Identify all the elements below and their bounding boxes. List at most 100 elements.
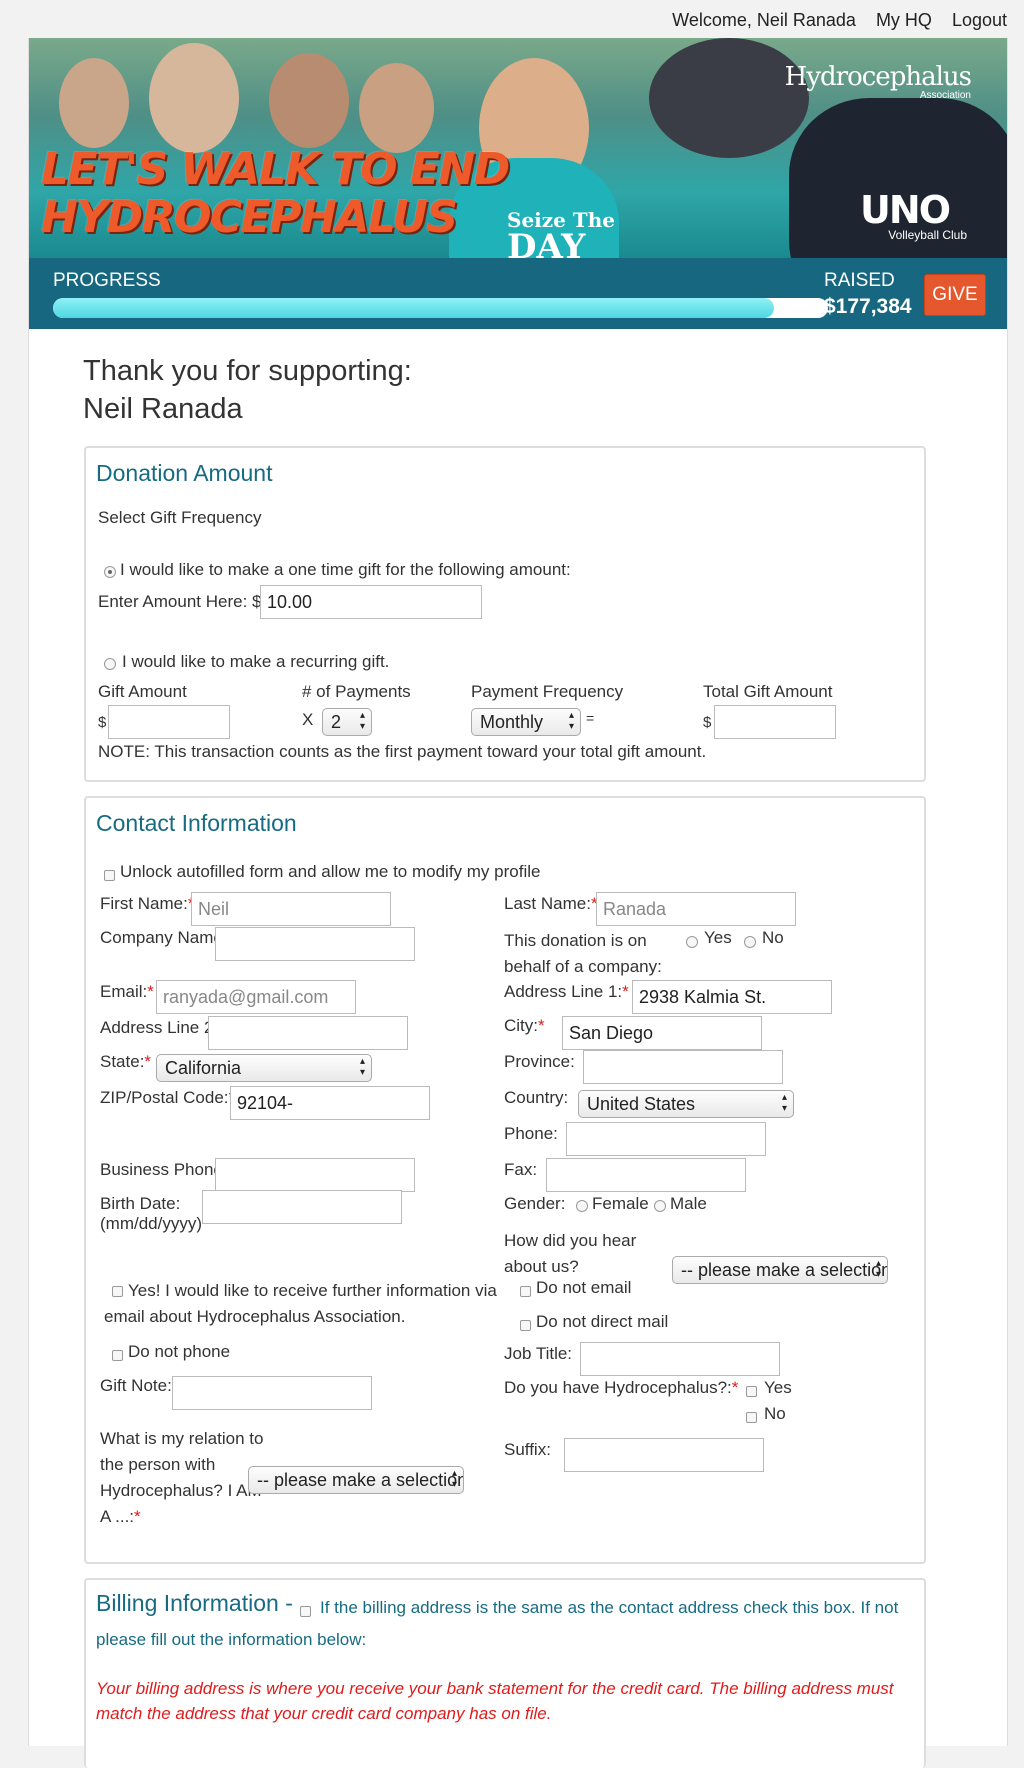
gift-frequency-label: Select Gift Frequency	[98, 508, 262, 527]
last-name-label: Last Name:*	[504, 894, 598, 913]
hydrocephalus-logo: Hydrocephalus	[784, 62, 972, 92]
no-mail-checkbox[interactable]	[520, 1320, 531, 1331]
top-nav: Welcome, Neil Ranada My HQ Logout	[672, 10, 1007, 31]
city-input[interactable]: San Diego	[562, 1016, 762, 1050]
raised-label: RAISED	[824, 270, 895, 291]
no-phone-label: Do not phone	[128, 1342, 231, 1361]
no-mail-label: Do not direct mail	[536, 1312, 669, 1331]
no-email-checkbox[interactable]	[520, 1286, 531, 1297]
no-phone-checkbox[interactable]	[112, 1350, 123, 1361]
frequency-select[interactable]: Monthly	[471, 708, 581, 736]
crowd-figure	[359, 63, 434, 153]
birth-date-label: Birth Date: (mm/dd/yyyy)	[100, 1194, 202, 1233]
amount-input[interactable]: 10.00	[260, 585, 482, 619]
uno-logo: UNO	[860, 188, 951, 232]
billing-title: Billing Information -	[96, 1590, 293, 1616]
province-input[interactable]	[583, 1050, 783, 1084]
address1-input[interactable]: 2938 Kalmia St.	[632, 980, 832, 1014]
have-hydro-no-label: No	[764, 1404, 786, 1423]
job-title-label: Job Title:	[504, 1344, 573, 1363]
behalf-yes-radio[interactable]	[686, 936, 698, 948]
job-title-input[interactable]	[580, 1342, 780, 1376]
gender-female-radio[interactable]	[576, 1200, 588, 1212]
phone-input[interactable]	[566, 1122, 766, 1156]
event-banner: LET'S WALK TO END HYDROCEPHALUS Seize Th…	[29, 38, 1007, 258]
billing-same-label: If the billing address is the same as th…	[320, 1598, 899, 1617]
unlock-label: Unlock autofilled form and allow me to m…	[120, 862, 541, 881]
logo-subtitle: Association	[919, 90, 971, 101]
relation-select[interactable]: -- please make a selection	[248, 1466, 464, 1494]
total-label: Total Gift Amount	[703, 682, 833, 701]
donation-title: Donation Amount	[96, 460, 273, 486]
zip-input[interactable]: 92104-	[230, 1086, 430, 1120]
country-select[interactable]: United States	[578, 1090, 794, 1118]
recurring-radio[interactable]	[104, 658, 116, 670]
last-name-input[interactable]: Ranada	[596, 892, 796, 926]
unlock-checkbox[interactable]	[104, 870, 115, 881]
behalf-no-radio[interactable]	[744, 936, 756, 948]
gender-label: Gender:	[504, 1194, 566, 1213]
one-time-label: I would like to make a one time gift for…	[120, 560, 571, 579]
crowd-figure	[649, 38, 809, 158]
company-input[interactable]	[215, 927, 415, 961]
progress-bar-fill	[53, 298, 774, 318]
frequency-label: Payment Frequency	[471, 682, 624, 701]
times-sign: X	[302, 710, 314, 729]
amount-label: Enter Amount Here: $	[98, 592, 262, 611]
welcome-text: Welcome, Neil Ranada	[672, 10, 856, 30]
behalf-label: This donation is on behalf of a company:	[504, 931, 662, 976]
email-input[interactable]: ranyada@gmail.com	[156, 980, 356, 1014]
gender-male-label: Male	[670, 1194, 707, 1213]
behalf-no-label: No	[762, 928, 784, 947]
zip-label: ZIP/Postal Code:*	[100, 1088, 235, 1107]
crowd-figure	[269, 53, 349, 148]
donation-panel: Donation Amount Select Gift Frequency I …	[84, 446, 926, 782]
have-hydro-yes-checkbox[interactable]	[746, 1386, 757, 1397]
billing-panel: Billing Information - If the billing add…	[84, 1578, 926, 1768]
suffix-input[interactable]	[564, 1438, 764, 1472]
gender-male-radio[interactable]	[654, 1200, 666, 1212]
info-optin-label: Yes! I would like to receive further inf…	[104, 1281, 497, 1326]
fax-input[interactable]	[546, 1158, 746, 1192]
country-label: Country:	[504, 1088, 569, 1107]
first-name-input[interactable]: Neil	[191, 892, 391, 926]
no-email-label: Do not email	[536, 1278, 632, 1297]
give-button[interactable]: GIVE	[924, 274, 986, 316]
payments-label: # of Payments	[302, 682, 411, 701]
dollar-sign: $	[98, 714, 107, 731]
business-phone-label: Business Phone:	[100, 1160, 228, 1179]
contact-title: Contact Information	[96, 810, 297, 836]
state-select[interactable]: California	[156, 1054, 372, 1082]
birth-date-input[interactable]	[202, 1190, 402, 1224]
thank-you-heading: Thank you for supporting: Neil Ranada	[83, 355, 412, 425]
billing-note: Your billing address is where you receiv…	[96, 1679, 894, 1723]
billing-header: Billing Information -	[96, 1590, 293, 1617]
progress-label: PROGRESS	[53, 270, 161, 291]
uno-subtitle: Volleyball Club	[888, 228, 967, 242]
have-hydro-label: Do you have Hydrocephalus?:*	[504, 1378, 739, 1397]
company-label: Company Name:	[100, 928, 228, 947]
one-time-radio[interactable]	[104, 566, 116, 578]
my-hq-link[interactable]: My HQ	[876, 10, 932, 31]
business-phone-input[interactable]	[215, 1158, 415, 1192]
gift-amount-label: Gift Amount	[98, 682, 187, 701]
recurring-label: I would like to make a recurring gift.	[122, 652, 390, 671]
shirt-text: Seize The DAY	[507, 208, 615, 258]
billing-same-checkbox[interactable]	[300, 1606, 311, 1617]
payments-select[interactable]: 2	[322, 708, 372, 736]
dollar-sign: $	[703, 714, 712, 731]
city-label: City:*	[504, 1016, 545, 1035]
have-hydro-no-checkbox[interactable]	[746, 1412, 757, 1423]
contact-panel: Contact Information Unlock autofilled fo…	[84, 796, 926, 1564]
total-amount-input[interactable]	[714, 705, 836, 739]
behalf-yes-label: Yes	[704, 928, 732, 947]
equals-sign: =	[586, 710, 595, 726]
hear-about-select[interactable]: -- please make a selection	[672, 1256, 888, 1284]
address2-input[interactable]	[208, 1016, 408, 1050]
logout-link[interactable]: Logout	[952, 10, 1007, 31]
fax-label: Fax:	[504, 1160, 538, 1179]
gift-note-input[interactable]	[172, 1376, 372, 1410]
gift-amount-input[interactable]	[108, 705, 230, 739]
suffix-label: Suffix:	[504, 1440, 551, 1459]
relation-label: What is my relation to the person with H…	[100, 1429, 264, 1526]
